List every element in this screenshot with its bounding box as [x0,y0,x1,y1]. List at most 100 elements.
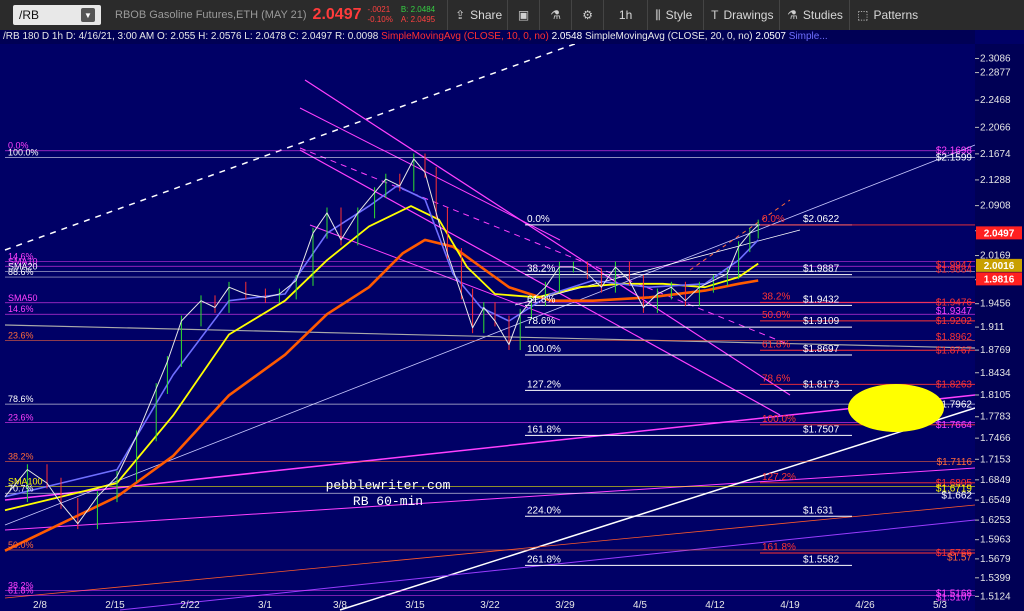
top-toolbar: /RB ▼ RBOB Gasoline Futures,ETH (MAY 21)… [0,0,1024,31]
left-level-label-14: 50.0% [8,540,34,550]
y-tick-label-3: 2.2066 [980,122,1011,133]
x-tick-label-11: 4/26 [855,600,875,611]
right-level-label-8: $1.8767 [936,345,973,356]
sma20-label[interactable]: SimpleMovingAvg (CLOSE, 20, 0, no) [585,31,753,42]
y-tick-label-0: 2.3086 [980,53,1011,64]
info-high: H: 2.0576 [198,31,242,42]
red-fib-pct-label-6: 127.2% [762,472,796,483]
sma-more-label[interactable]: Simple... [789,31,828,42]
y-tick-label-6: 2.0908 [980,201,1011,212]
right-level-label-9: $1.8263 [936,379,973,390]
red-fib-pct-label-1: 38.2% [762,291,790,302]
style-button[interactable]: ⫼ Style [648,0,705,30]
right-level-label-17: $1.57 [947,552,972,563]
right-level-label-12: $1.7116 [937,457,973,468]
red-fib-pct-label-3: 61.8% [762,339,790,350]
fib-pct-label-5: 127.2% [527,379,561,390]
x-tick-label-12: 5/3 [933,600,947,611]
y-tick-label-14: 1.8105 [980,390,1011,401]
price-chart[interactable]: 0.0% $2.0622 38.2% $1.9887 61.8% $1.9432 78.6%… [0,30,1024,611]
pattern-icon: ⬚ [857,8,869,22]
y-tick-label-2: 2.2468 [980,95,1011,106]
ask-value: A: 2.0495 [400,15,436,24]
right-level-label-15: $1.662 [941,490,972,501]
left-level-label-6: SMA50 [8,293,38,303]
x-tick-label-1: 2/15 [105,600,125,611]
fib-pct-label-6: 161.8% [527,424,561,435]
fib-price-label-0: $2.0622 [803,214,840,225]
red-fib-pct-label-2: 50.0% [762,310,790,321]
net-change: -.0021 -0.10% [367,5,392,25]
y-tick-label-11: 1.911 [980,322,1005,333]
left-level-label-11: 38.2% [8,452,34,462]
fib-pct-label-7: 224.0% [527,505,561,516]
fib-price-label-6: $1.7507 [803,424,840,435]
target-highlight-ellipse [848,384,944,432]
sma20-value: 2.0507 [755,31,786,42]
left-level-label-5: 88.6% [8,267,34,277]
x-tick-label-3: 3/1 [258,600,272,611]
drawings-label: Drawings [723,8,774,22]
info-open: O: 2.055 [157,31,196,42]
symbol-text: /RB [19,8,40,22]
change-percent: -0.10% [367,15,393,24]
change-value: -.0021 [367,5,391,14]
y-tick-label-19: 1.6549 [980,495,1011,506]
sma10-label[interactable]: SimpleMovingAvg (CLOSE, 10, 0, no) [381,31,549,42]
symbol-selector[interactable]: /RB ▼ [0,0,105,30]
y-tick-label-12: 1.8769 [980,345,1011,356]
red-fib-pct-label-4: 78.6% [762,373,790,384]
y-tick-label-24: 1.5124 [980,591,1011,602]
x-tick-label-2: 2/22 [180,600,200,611]
left-level-label-1: 100.0% [8,148,39,158]
share-label: Share [470,8,503,22]
layout-button[interactable]: ▣ [508,0,541,30]
fib-price-label-2: $1.9432 [803,294,840,305]
flask-icon: ⚗ [787,8,798,22]
fib-price-label-1: $1.9887 [803,264,840,275]
fib-price-label-3: $1.9109 [803,316,840,327]
patterns-button[interactable]: ⬚ Patterns [850,0,926,30]
share-button[interactable]: ⇪ Share [448,0,509,30]
studies-button[interactable]: ⚗ Studies [780,0,851,30]
red-fib-pct-label-0: 0.0% [762,214,785,225]
left-level-label-8: 23.6% [8,331,34,341]
drawings-button[interactable]: T Drawings [704,0,781,30]
study-info-bar: /RB 180 D 1h D: 4/16/21, 3:00 AM O: 2.05… [0,30,975,44]
timeframe-button[interactable]: 1h [604,0,649,30]
y-tick-label-17: 1.7153 [980,454,1011,465]
flask-icon: ⚗ [550,8,561,22]
description-text: RBOB Gasoline Futures,ETH (MAY 21) [115,9,307,21]
right-level-label-3: $1.9884 [936,265,973,276]
left-level-label-9: 78.6% [8,394,34,404]
y-tick-label-10: 1.9456 [980,299,1011,310]
timeframe-label: 1h [618,8,633,22]
y-tick-label-4: 2.1674 [980,149,1011,160]
fib-pct-label-8: 261.8% [527,554,561,565]
fib-pct-label-4: 100.0% [527,344,561,355]
x-tick-label-0: 2/8 [33,600,47,611]
bars-icon: ⫼ [655,7,661,22]
x-tick-label-8: 4/5 [633,600,647,611]
chevron-down-icon[interactable]: ▼ [81,8,95,22]
y-tick-label-16: 1.7466 [980,433,1011,444]
y-tick-label-22: 1.5679 [980,554,1011,565]
left-level-label-10: 23.6% [8,412,34,422]
y-tick-label-18: 1.6849 [980,475,1011,486]
x-tick-label-5: 3/15 [405,600,425,611]
fib-price-label-7: $1.631 [803,505,834,516]
fib-pct-label-1: 38.2% [527,264,555,275]
fib-price-label-8: $1.5582 [803,554,840,565]
info-low: L: 2.0478 [244,31,287,42]
right-level-label-6: $1.9202 [936,316,973,327]
y-tick-label-23: 1.5399 [980,573,1011,584]
right-level-label-1: $2.1599 [936,153,973,164]
left-level-label-13: 70.7% [8,483,34,493]
flask-button[interactable]: ⚗ [540,0,573,30]
draw-icon: T [711,8,719,22]
settings-button[interactable]: ⚙ [572,0,605,30]
fib-price-label-4: $1.8697 [803,344,840,355]
x-tick-label-4: 3/8 [333,600,347,611]
price-tag-label-0: 2.0497 [984,228,1015,239]
symbol-input[interactable]: /RB ▼ [13,5,101,25]
